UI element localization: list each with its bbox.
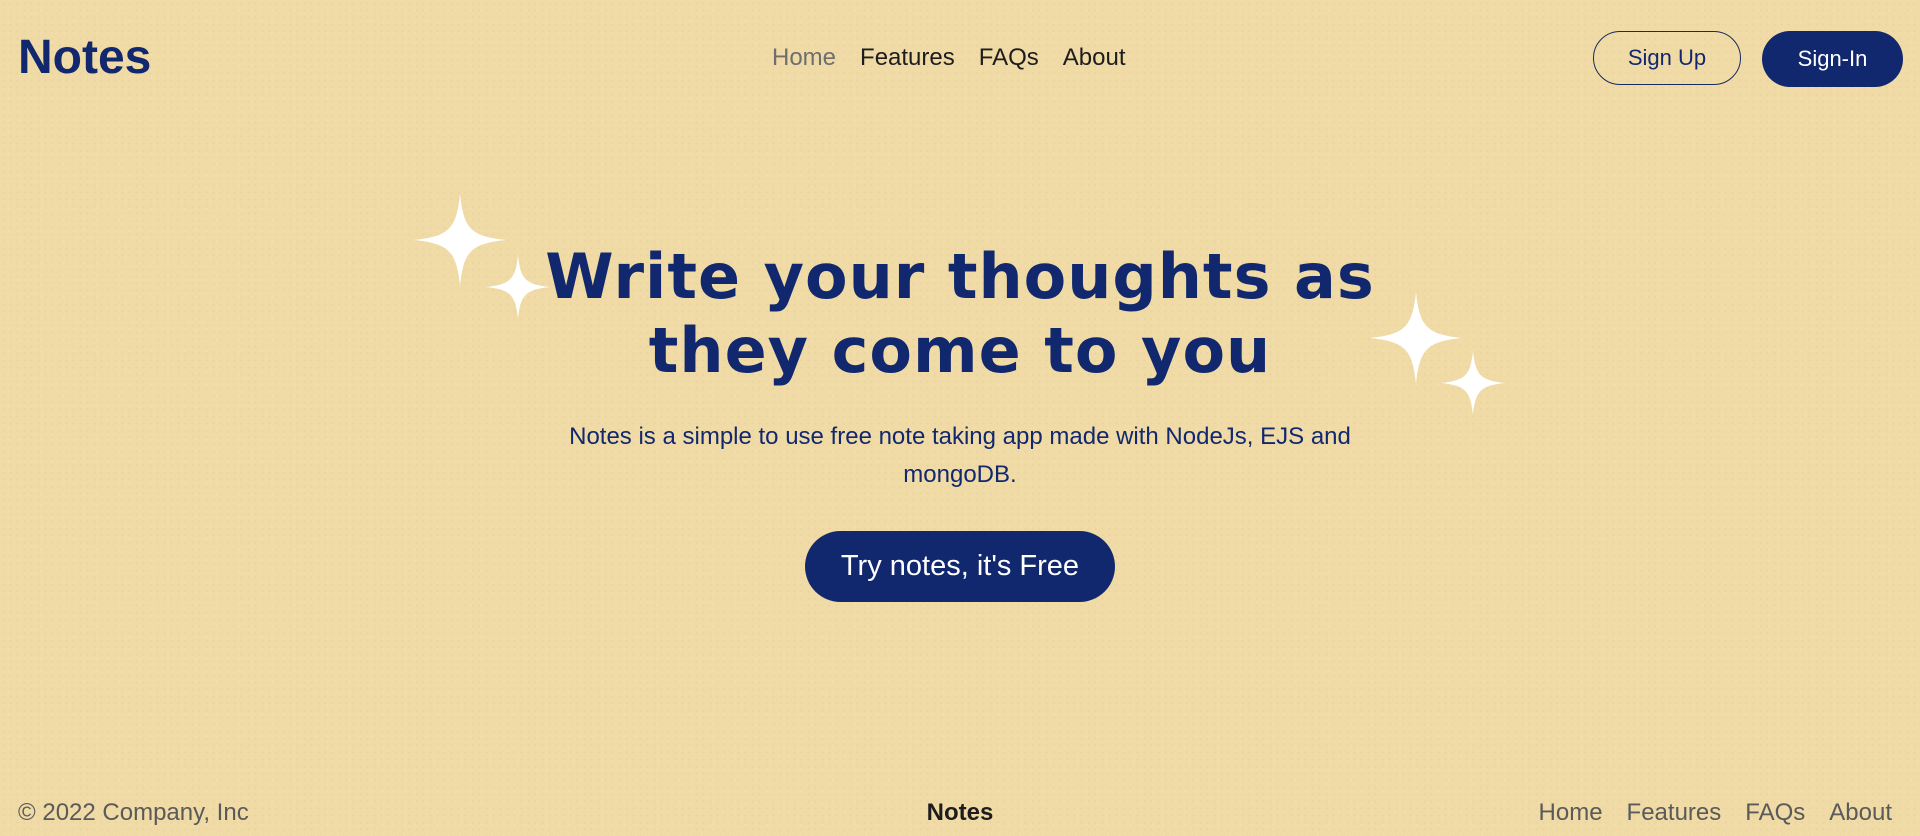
nav-faqs[interactable]: FAQs (979, 42, 1039, 74)
footer-link-features[interactable]: Features (1627, 798, 1722, 828)
nav-about[interactable]: About (1063, 42, 1126, 74)
nav-features[interactable]: Features (860, 42, 955, 74)
sign-up-button[interactable]: Sign Up (1593, 31, 1741, 85)
try-notes-button[interactable]: Try notes, it's Free (805, 531, 1115, 602)
footer-link-about[interactable]: About (1829, 798, 1892, 828)
footer-brand: Notes (926, 799, 994, 826)
hero-subtitle: Notes is a simple to use free note takin… (569, 423, 1351, 488)
footer-copyright: © 2022 Company, Inc (18, 799, 249, 826)
footer-nav: Home Features FAQs About (1539, 798, 1892, 828)
brand-logo[interactable]: Notes (18, 30, 151, 86)
nav-home[interactable]: Home (772, 42, 836, 74)
sign-in-button[interactable]: Sign-In (1762, 31, 1903, 87)
hero-title: Write your thoughts as they come to you (545, 240, 1375, 387)
footer-link-home[interactable]: Home (1539, 798, 1603, 828)
footer-link-faqs[interactable]: FAQs (1745, 798, 1805, 828)
main-nav: Home Features FAQs About (772, 42, 1125, 74)
